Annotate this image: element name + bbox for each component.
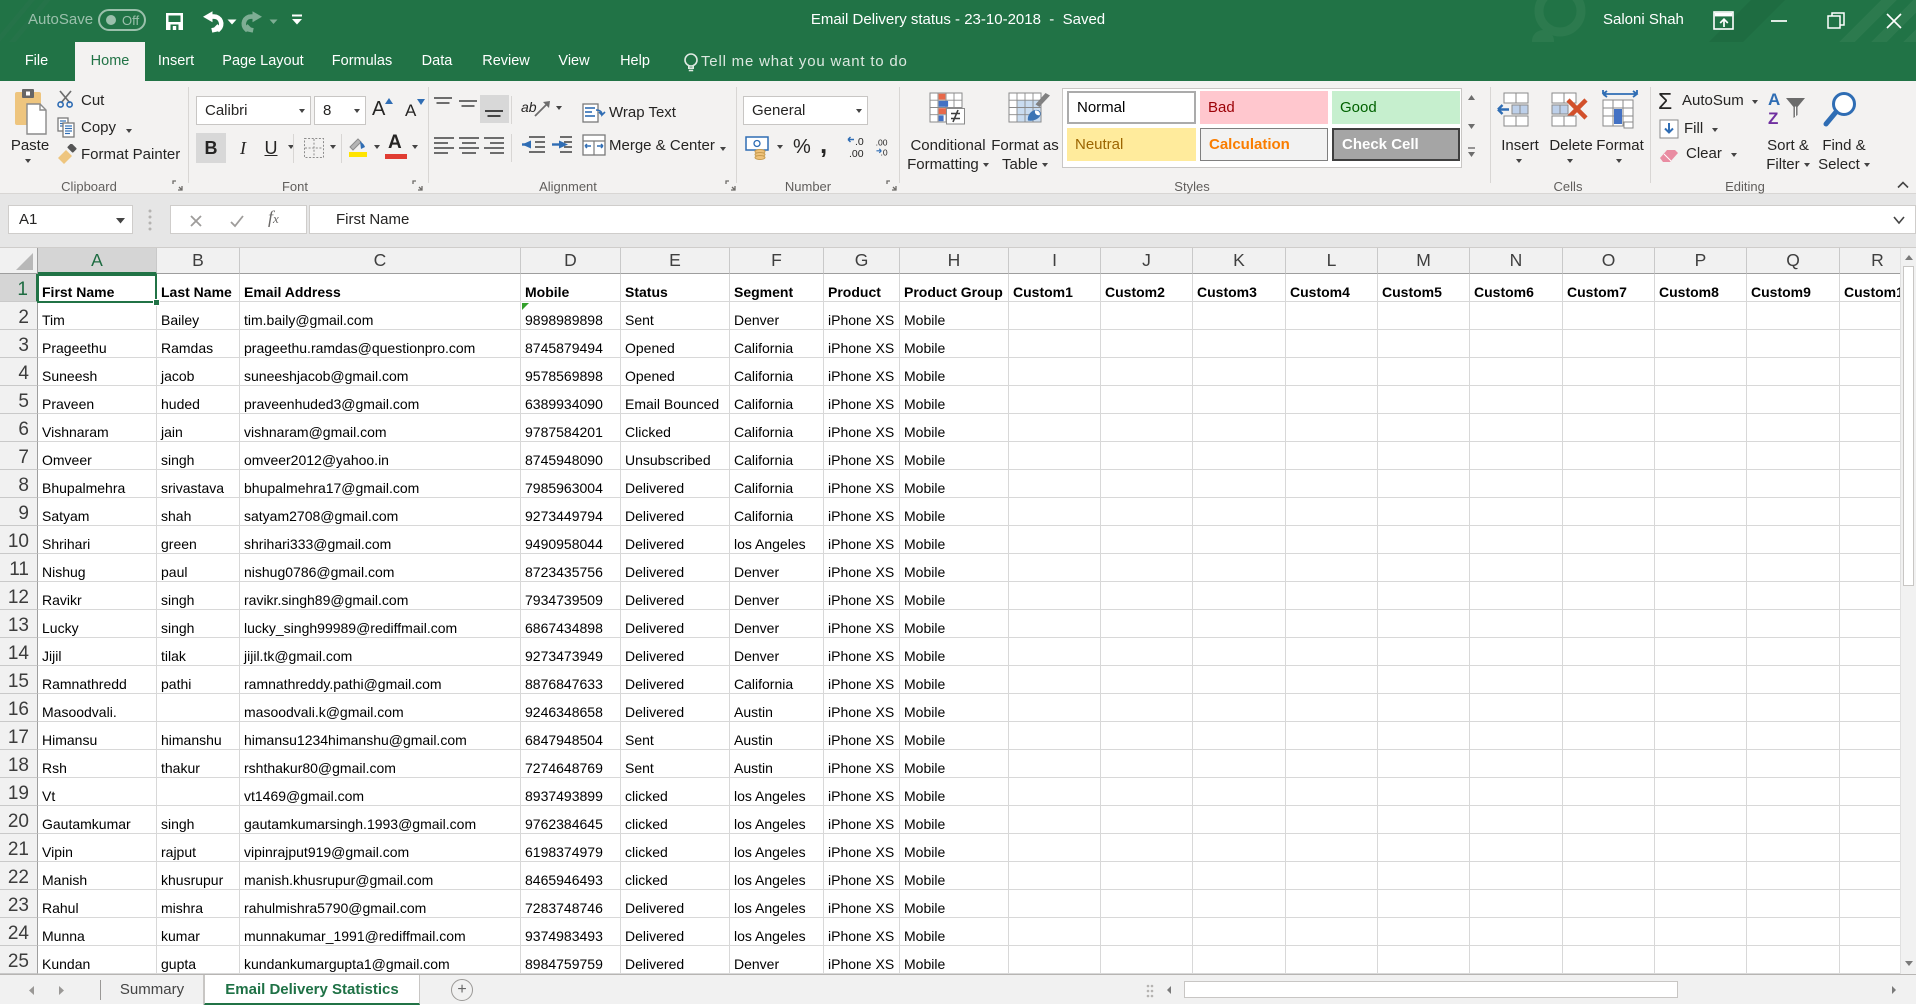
svg-text:ab: ab (521, 99, 537, 115)
svg-text:.00: .00 (849, 148, 864, 160)
svg-text:.0: .0 (881, 147, 888, 157)
svg-text:.00: .00 (876, 138, 888, 148)
svg-text:.0: .0 (855, 136, 864, 148)
